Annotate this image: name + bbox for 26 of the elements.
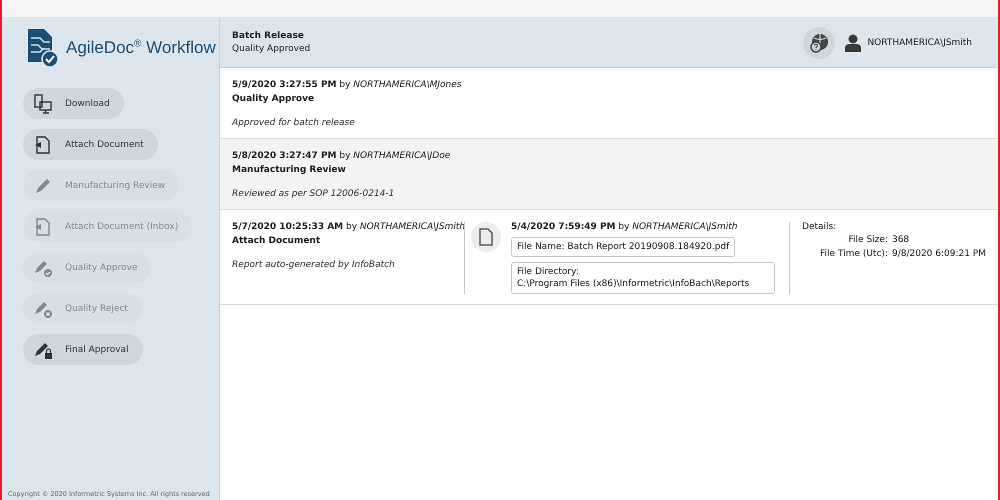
- page-title: Batch Release: [232, 31, 305, 41]
- entry-comment: Report auto-generated by InfoBatch: [232, 260, 395, 270]
- detail-label: File Size:: [848, 235, 888, 245]
- entry-comment: Approved for batch release: [232, 118, 355, 128]
- file-directory-path: C:\Program Files (x86)\Informetric\InfoBach\Reports: [517, 279, 750, 289]
- attachment-timestamp: 5/4/2020 7:59:49 PM by NORTHAMERICA\JSmith: [511, 222, 738, 232]
- detail-value: 9/8/2020 6:09:21 PM: [892, 249, 986, 259]
- entry-timestamp: 5/7/2020 10:25:33 AM by NORTHAMERICA\JSmith: [232, 222, 466, 232]
- entry-timestamp: 5/8/2020 3:27:47 PM by NORTHAMERICA\JDoe: [232, 151, 450, 161]
- entry-timestamp: 5/9/2020 3:27:55 PM by NORTHAMERICA\MJones: [232, 80, 462, 90]
- status-text: Quality Approved: [232, 44, 312, 54]
- user-name: NORTHAMERICA\JSmith: [867, 38, 972, 48]
- action-button[interactable]: Final Approval: [23, 334, 143, 365]
- history-entry[interactable]: 5/8/2020 3:27:47 PM by NORTHAMERICA\JDoe Manufacturing Review Reviewed as per SOP 12006-0214-1: [220, 139, 998, 210]
- entry-comment: Reviewed as per SOP 12006-0214-1: [232, 189, 394, 199]
- file-directory-label: File Directory:: [517, 267, 580, 277]
- file-name-text: File Name: Batch Report 20190908.184920.pdf: [517, 242, 730, 252]
- action-button[interactable]: Attach Document: [23, 129, 158, 160]
- details-label: Details:: [802, 222, 838, 232]
- detail-value: 368: [892, 235, 910, 245]
- detail-label: File Time (Utc):: [820, 249, 888, 259]
- entry-action: Manufacturing Review: [232, 165, 346, 175]
- entry-action: Quality Approve: [232, 94, 314, 104]
- action-button[interactable]: Download: [23, 88, 124, 119]
- app-logo-text: AgileDoc$^{®}$ Workflow: [66, 38, 216, 58]
- entry-action: Attach Document: [232, 236, 320, 246]
